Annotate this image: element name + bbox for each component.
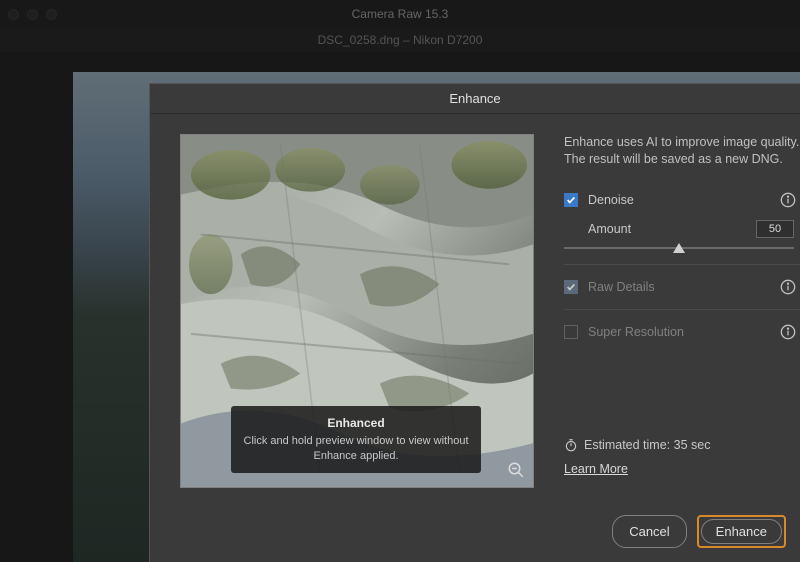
super-resolution-option-row: Super Resolution [564,316,800,348]
dialog-header: Enhance [150,84,800,114]
amount-label: Amount [588,222,631,236]
super-resolution-checkbox [564,325,578,339]
learn-more-link[interactable]: Learn More [564,462,628,476]
camera-raw-window: Camera Raw 15.3 DSC_0258.dng – Nikon D72… [0,0,800,562]
preview-area[interactable]: Enhanced Click and hold preview window t… [180,134,534,488]
enhance-button[interactable]: Enhance [701,519,782,544]
amount-input[interactable] [756,220,794,238]
info-icon[interactable] [780,279,796,295]
amount-slider[interactable] [564,240,794,256]
preview-tooltip-text: Click and hold preview window to view wi… [243,434,469,463]
raw-details-option-row: Raw Details [564,271,800,303]
preview-tooltip: Enhanced Click and hold preview window t… [231,406,481,473]
enhance-description: Enhance uses AI to improve image quality… [564,134,800,168]
raw-details-checkbox [564,280,578,294]
dialog-footer: Cancel Enhance [612,515,786,548]
raw-details-label: Raw Details [588,280,770,294]
enhance-dialog: Enhance [149,83,800,562]
preview-tooltip-title: Enhanced [243,416,469,430]
super-resolution-label: Super Resolution [588,325,770,339]
info-icon[interactable] [780,324,796,340]
options-pane: Enhance uses AI to improve image quality… [564,134,800,488]
slider-thumb[interactable] [673,243,685,253]
denoise-checkbox[interactable] [564,193,578,207]
denoise-option-row: Denoise [564,184,800,216]
estimated-time: Estimated time: 35 sec [584,438,710,452]
info-icon[interactable] [780,192,796,208]
separator [564,264,800,265]
separator [564,309,800,310]
cancel-button[interactable]: Cancel [612,515,686,548]
enhance-button-highlight: Enhance [697,515,786,548]
amount-row: Amount [564,216,800,240]
timer-icon [564,438,578,452]
zoom-out-icon[interactable] [507,461,525,479]
dialog-title: Enhance [449,91,500,106]
footer-info: Estimated time: 35 sec Learn More [564,438,800,488]
denoise-label: Denoise [588,193,770,207]
